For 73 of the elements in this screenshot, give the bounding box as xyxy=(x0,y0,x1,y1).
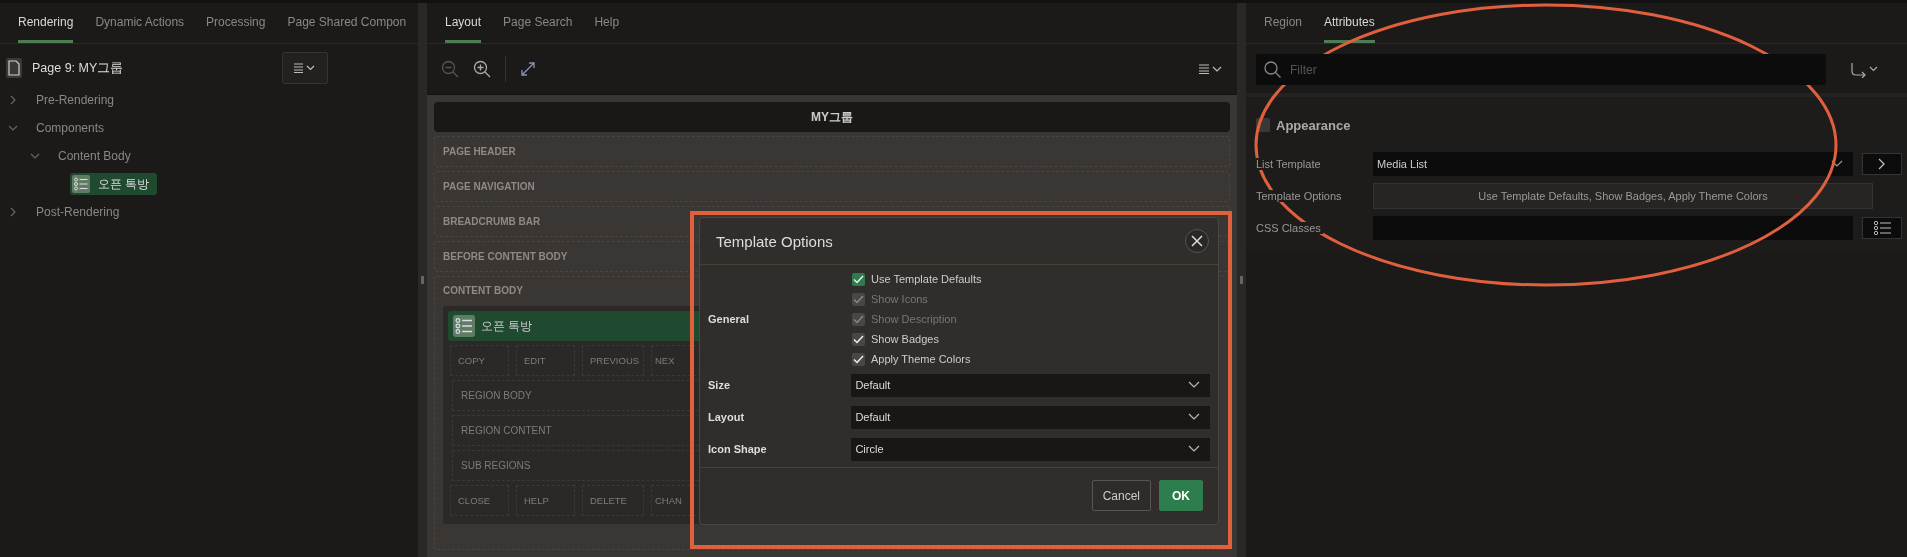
select-field[interactable]: Circle xyxy=(851,437,1210,461)
chevron-icon xyxy=(1188,413,1200,421)
button-position: HELP xyxy=(516,485,575,516)
panel-tab[interactable]: Rendering xyxy=(18,3,74,43)
chevron-icon xyxy=(1188,445,1200,453)
filter-field[interactable]: Filter xyxy=(1256,54,1826,85)
text-field[interactable] xyxy=(1373,216,1853,240)
field-label: Size xyxy=(708,379,731,391)
close-icon xyxy=(1191,235,1203,247)
chevron-icon[interactable] xyxy=(8,123,18,133)
checkbox[interactable] xyxy=(852,272,865,286)
tree-item[interactable]: Components xyxy=(33,119,108,137)
section-title: Appearance xyxy=(1276,117,1351,133)
close-button[interactable] xyxy=(1185,229,1209,253)
template-options-button[interactable]: Use Template Defaults, Show Badges, Apply Theme Colors xyxy=(1373,183,1873,209)
checkbox-option[interactable]: Apply Theme Colors xyxy=(852,351,982,367)
select-field[interactable]: Media List xyxy=(1373,152,1853,176)
menu-icon xyxy=(294,63,316,73)
checkbox[interactable] xyxy=(852,332,865,346)
field-label: Template Options xyxy=(1256,190,1344,202)
select-field[interactable]: Default xyxy=(851,405,1210,429)
checkbox-option[interactable]: Use Template Defaults xyxy=(852,271,982,287)
panel-tab[interactable]: Region xyxy=(1264,3,1303,43)
list-icon xyxy=(1873,220,1891,236)
page-bar: MY그룹 xyxy=(434,102,1230,132)
search-icon xyxy=(1264,61,1281,78)
go-to-icon[interactable] xyxy=(1850,61,1878,78)
section-label: CONTENT BODY xyxy=(443,284,523,298)
button-position: PREVIOUS xyxy=(582,345,644,376)
panel-tab[interactable]: Help xyxy=(594,3,620,43)
field-label: General xyxy=(708,313,750,325)
list-icon xyxy=(72,175,90,193)
page-icon xyxy=(6,58,22,78)
panel-tab[interactable]: Page Search xyxy=(503,3,573,43)
go-to-button[interactable] xyxy=(1862,153,1902,175)
chevron-icon xyxy=(1188,381,1200,389)
button-position: CLOSE xyxy=(450,485,509,516)
checkbox[interactable] xyxy=(852,352,865,366)
region-title: 오픈 톡방 xyxy=(481,317,533,335)
list-icon xyxy=(453,315,475,337)
panel-tab[interactable]: Page Shared Compon xyxy=(287,3,407,43)
button-position: EDIT xyxy=(516,345,575,376)
zoom-out-icon[interactable] xyxy=(441,60,459,78)
select-field[interactable]: Default xyxy=(851,373,1210,397)
chevron-icon[interactable] xyxy=(8,207,18,217)
panel-tab[interactable]: Processing xyxy=(206,3,266,43)
panel-tab[interactable]: Dynamic Actions xyxy=(95,3,185,43)
page-title[interactable]: Page 9: MY그룹 xyxy=(32,59,124,77)
menu-icon[interactable] xyxy=(1199,64,1223,74)
checkbox-option[interactable]: Show Badges xyxy=(852,331,982,347)
button-position: COPY xyxy=(450,345,509,376)
layout-section: PAGE HEADER xyxy=(434,136,1230,167)
panel-tab[interactable]: Layout xyxy=(445,3,482,43)
collapse-handle[interactable] xyxy=(1240,276,1243,284)
button-position: DELETE xyxy=(582,485,644,516)
tree-item[interactable]: Pre-Rendering xyxy=(33,91,118,109)
chevron-icon[interactable] xyxy=(30,151,40,161)
collapse-handle[interactable] xyxy=(421,276,424,284)
list-button[interactable] xyxy=(1862,217,1902,239)
tree-item[interactable]: Content Body xyxy=(55,147,134,165)
cancel-button[interactable]: Cancel xyxy=(1091,480,1151,511)
panel-tab[interactable]: Attributes xyxy=(1324,3,1375,43)
menu-button[interactable] xyxy=(282,52,328,84)
chevron-icon xyxy=(1878,158,1886,170)
layout-section: PAGE NAVIGATION xyxy=(434,171,1230,202)
tree-item[interactable]: Post-Rendering xyxy=(33,203,123,221)
expand-icon[interactable] xyxy=(520,61,536,77)
field-label: CSS Classes xyxy=(1256,222,1323,234)
chevron-icon[interactable] xyxy=(8,95,18,105)
ok-button[interactable]: OK xyxy=(1159,480,1203,511)
tree-item[interactable]: 오픈 톡방 xyxy=(70,173,158,195)
field-label: List Template xyxy=(1256,158,1323,170)
zoom-in-icon[interactable] xyxy=(473,60,491,78)
